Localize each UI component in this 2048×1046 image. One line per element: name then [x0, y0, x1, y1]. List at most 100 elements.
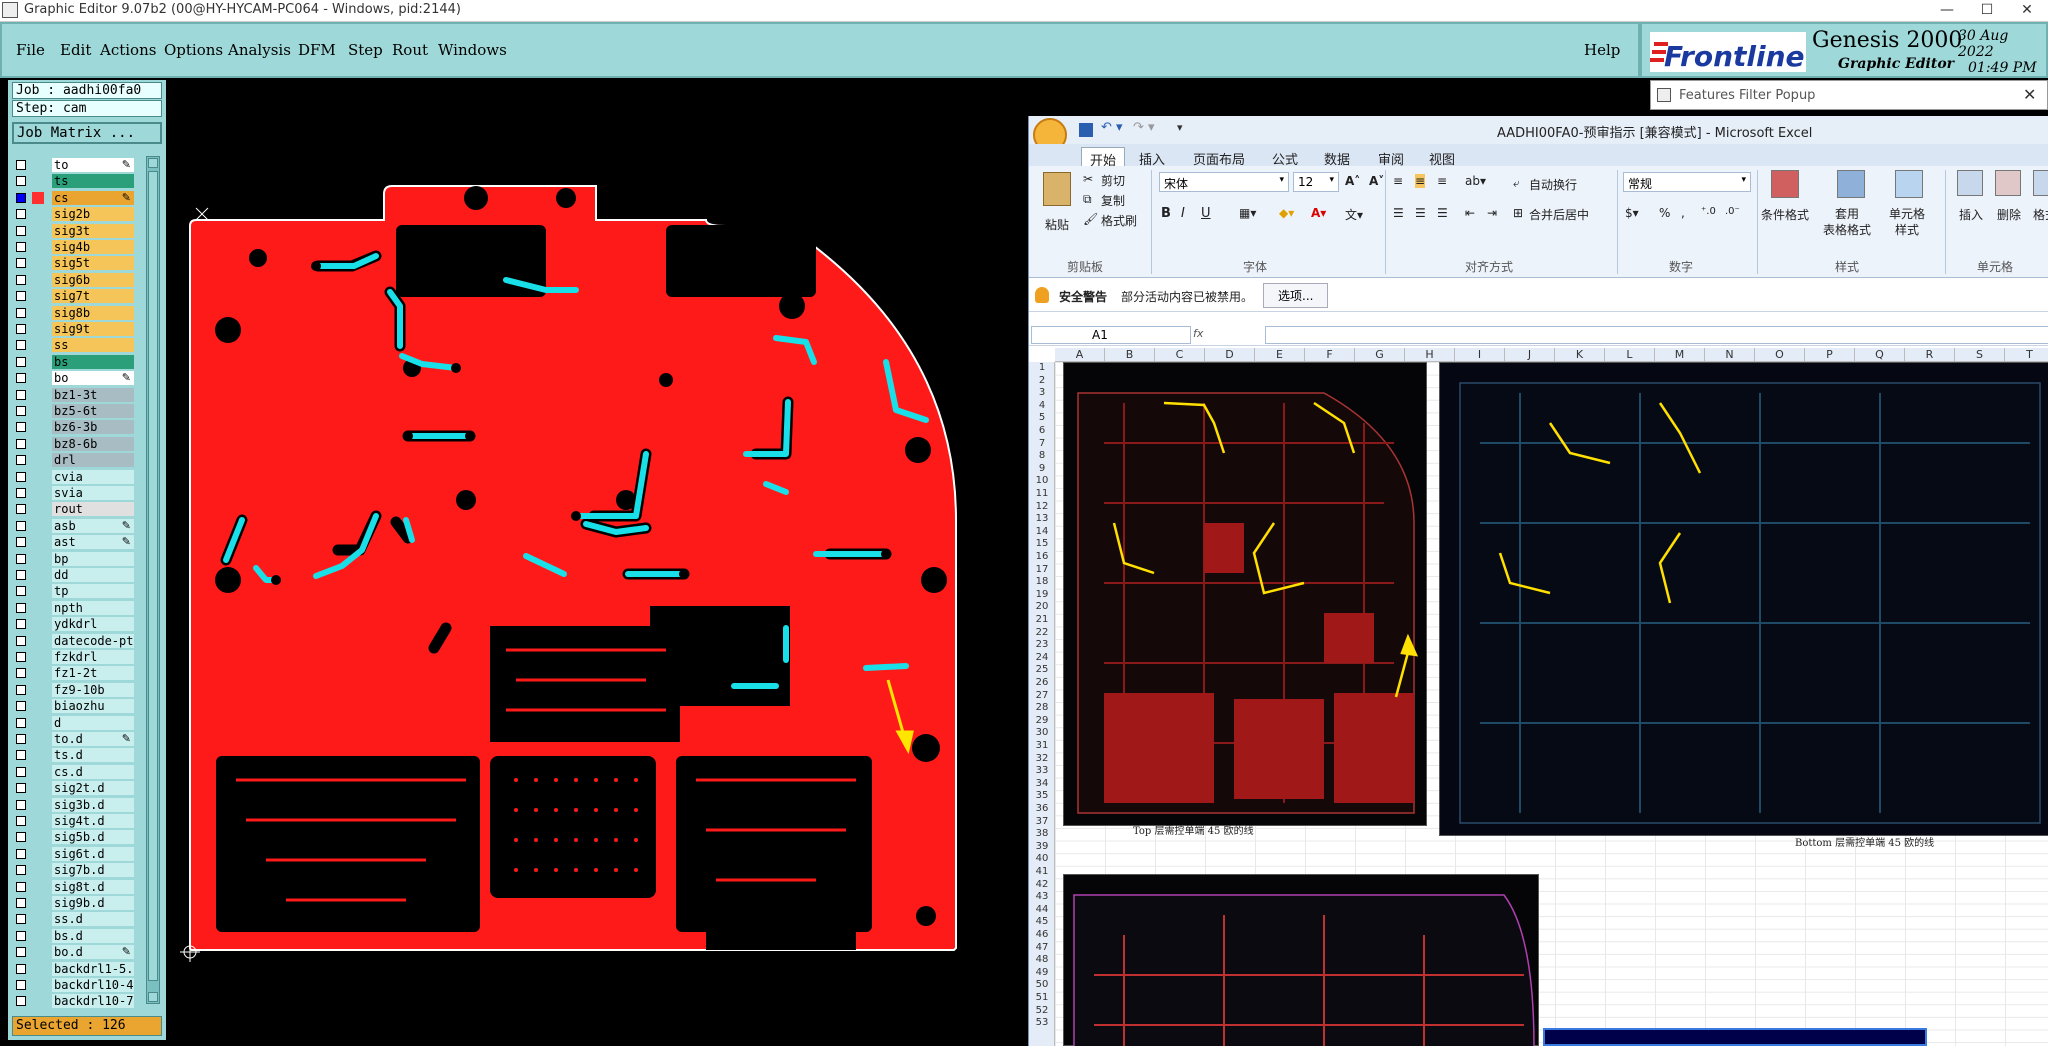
layer-checkbox[interactable]: [16, 783, 26, 794]
row-header[interactable]: 42: [1029, 879, 1055, 892]
increase-decimal-icon[interactable]: ⁺.0: [1701, 206, 1716, 217]
column-header[interactable]: P: [1805, 348, 1855, 362]
layer-checkbox[interactable]: [16, 389, 26, 400]
row-header[interactable]: 8: [1029, 450, 1055, 463]
menu-dfm[interactable]: DFM: [298, 41, 336, 59]
underline-button[interactable]: U: [1201, 206, 1211, 221]
layer-name[interactable]: bz1-3t: [52, 387, 134, 402]
layer-checkbox[interactable]: [16, 750, 26, 761]
layer-name[interactable]: datecode-pte: [52, 633, 134, 648]
layer-row[interactable]: fz1-2t: [12, 666, 134, 681]
layer-row[interactable]: sig9t: [12, 322, 134, 336]
layer-name[interactable]: sig3t: [52, 223, 134, 238]
layer-checkbox[interactable]: [16, 881, 26, 892]
layer-checkbox[interactable]: [16, 356, 26, 367]
name-box[interactable]: A1: [1031, 326, 1191, 344]
layer-row[interactable]: backdrl10-4: [12, 978, 134, 992]
layer-checkbox[interactable]: [16, 373, 26, 384]
copy-button[interactable]: 复制: [1101, 192, 1125, 209]
layer-row[interactable]: sig6t.d: [12, 846, 134, 861]
menu-step[interactable]: Step: [348, 41, 383, 59]
column-header[interactable]: K: [1555, 348, 1605, 362]
layer-checkbox[interactable]: [16, 307, 26, 318]
layer-row[interactable]: cs ✎: [12, 190, 134, 205]
layer-row[interactable]: ts: [12, 174, 134, 189]
layer-row[interactable]: sig8t.d: [12, 879, 134, 894]
layer-row[interactable]: cvia: [12, 469, 134, 484]
row-header[interactable]: 25: [1029, 664, 1055, 677]
layer-name[interactable]: bz5-6t: [52, 404, 134, 418]
column-header[interactable]: E: [1255, 348, 1305, 362]
layer-checkbox[interactable]: [16, 799, 26, 810]
layer-row[interactable]: dd: [12, 568, 134, 582]
row-header[interactable]: 26: [1029, 677, 1055, 690]
row-header[interactable]: 53: [1029, 1017, 1055, 1030]
layer-scrollbar[interactable]: [146, 156, 160, 1004]
row-header[interactable]: 18: [1029, 576, 1055, 589]
row-header[interactable]: 49: [1029, 967, 1055, 980]
layer-row[interactable]: to ✎: [12, 158, 134, 172]
layer-row[interactable]: bo ✎: [12, 371, 134, 386]
paste-icon[interactable]: [1043, 172, 1071, 206]
cell-styles-button[interactable]: 单元格 样式: [1889, 206, 1925, 238]
column-header[interactable]: Q: [1855, 348, 1905, 362]
layer-checkbox[interactable]: [16, 488, 26, 498]
layer-checkbox[interactable]: [16, 520, 26, 531]
layer-name[interactable]: ydkdrl: [52, 617, 134, 632]
shrink-font-icon[interactable]: A˅: [1369, 174, 1384, 188]
row-header[interactable]: 44: [1029, 904, 1055, 917]
row-header[interactable]: 9: [1029, 463, 1055, 476]
scroll-thumb[interactable]: [148, 171, 158, 981]
layer-row[interactable]: drl: [12, 453, 134, 468]
layer-name[interactable]: d: [52, 715, 134, 730]
layer-row[interactable]: svia: [12, 486, 134, 500]
row-header[interactable]: 29: [1029, 715, 1055, 728]
layer-name[interactable]: bz8-6b: [52, 436, 134, 451]
layer-name[interactable]: sig5b.d: [52, 830, 134, 845]
layer-checkbox[interactable]: [16, 980, 26, 990]
layer-checkbox[interactable]: [16, 947, 26, 958]
row-header[interactable]: 47: [1029, 942, 1055, 955]
paste-button[interactable]: 粘贴: [1045, 216, 1069, 233]
layer-checkbox[interactable]: [16, 963, 26, 974]
decrease-indent-icon[interactable]: ⇤: [1465, 206, 1475, 220]
layer-checkbox[interactable]: [16, 340, 26, 351]
layer-checkbox[interactable]: [16, 996, 26, 1007]
menu-windows[interactable]: Windows: [438, 41, 507, 59]
layer-row[interactable]: bs: [12, 354, 134, 369]
align-middle-icon[interactable]: ≡: [1415, 174, 1426, 188]
layer-name[interactable]: sig9t: [52, 322, 134, 336]
sheet-grid[interactable]: ABCDEFGHIJKLMNOPQRST 1 2 3 4 5 6 7 8 9 10 11 12 13 14…: [1029, 348, 2048, 1046]
percent-button[interactable]: %: [1659, 206, 1670, 220]
close-icon[interactable]: ✕: [2004, 0, 2048, 22]
menu-rout[interactable]: Rout: [392, 41, 428, 59]
layer-name[interactable]: bp: [52, 551, 134, 566]
column-header[interactable]: C: [1155, 348, 1205, 362]
format-as-table-icon[interactable]: [1837, 170, 1865, 198]
menu-help[interactable]: Help: [1584, 41, 1620, 59]
insert-cells-icon[interactable]: [1957, 170, 1983, 196]
layer-name[interactable]: ss.d: [52, 912, 134, 927]
layer-name[interactable]: fzkdrl: [52, 650, 134, 664]
layer-name[interactable]: bs.d: [52, 928, 134, 943]
border-icon[interactable]: ▦▾: [1239, 206, 1256, 220]
menu-edit[interactable]: Edit: [60, 41, 91, 59]
layer-name[interactable]: cs.d: [52, 764, 134, 779]
column-header[interactable]: J: [1505, 348, 1555, 362]
column-header[interactable]: I: [1455, 348, 1505, 362]
align-top-icon[interactable]: ≡: [1393, 174, 1403, 188]
row-header[interactable]: 7: [1029, 438, 1055, 451]
pcb-board-drawing[interactable]: [166, 80, 1026, 1046]
format-as-table-button[interactable]: 套用 表格格式: [1823, 206, 1871, 238]
format-painter-icon[interactable]: 🖌: [1083, 212, 1098, 226]
layer-row[interactable]: bz6-3b: [12, 420, 134, 435]
layer-name[interactable]: ts.d: [52, 748, 134, 763]
row-header[interactable]: 28: [1029, 702, 1055, 715]
layer-checkbox[interactable]: [16, 258, 26, 269]
menu-options[interactable]: Options: [164, 41, 223, 59]
row-header[interactable]: 33: [1029, 765, 1055, 778]
column-header[interactable]: O: [1755, 348, 1805, 362]
layer-row[interactable]: cs.d: [12, 764, 134, 779]
row-header[interactable]: 11: [1029, 488, 1055, 501]
layer-row[interactable]: d: [12, 715, 134, 730]
